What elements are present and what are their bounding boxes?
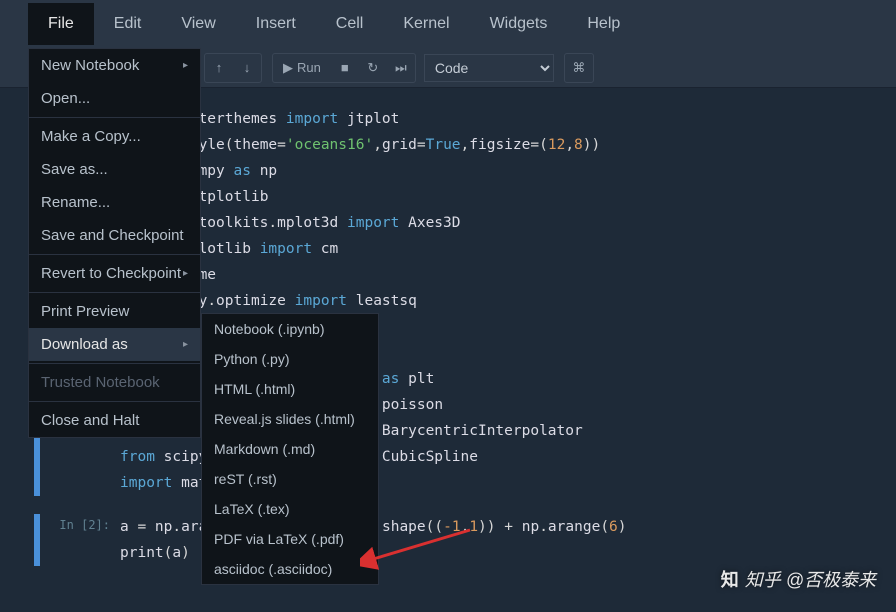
submenu-caret-icon: ▸: [183, 339, 188, 350]
menubar: File Edit View Insert Cell Kernel Widget…: [0, 0, 896, 48]
menu-insert[interactable]: Insert: [236, 3, 316, 45]
move-down-button[interactable]: ↓: [233, 54, 261, 82]
submenu-caret-icon: ▸: [183, 60, 188, 71]
file-menu-item: Trusted Notebook: [29, 366, 200, 399]
download-as-item[interactable]: Reveal.js slides (.html): [202, 404, 378, 434]
menu-help[interactable]: Help: [567, 3, 640, 45]
menu-view[interactable]: View: [161, 3, 235, 45]
download-as-submenu: Notebook (.ipynb)Python (.py)HTML (.html…: [201, 313, 379, 585]
file-menu-item[interactable]: Save as...: [29, 153, 200, 186]
file-menu-item[interactable]: Make a Copy...: [29, 120, 200, 153]
menu-cell[interactable]: Cell: [316, 3, 384, 45]
download-as-item[interactable]: HTML (.html): [202, 374, 378, 404]
run-label: Run: [297, 60, 321, 75]
file-menu-item[interactable]: Save and Checkpoint: [29, 219, 200, 252]
cell-indicator: [34, 514, 40, 566]
stop-button[interactable]: ■: [331, 54, 359, 82]
file-dropdown: New Notebook▸Open...Make a Copy...Save a…: [28, 48, 201, 438]
command-palette-button[interactable]: ⌘: [565, 54, 593, 82]
run-button[interactable]: ▶ Run: [273, 54, 331, 82]
download-as-item[interactable]: Python (.py): [202, 344, 378, 374]
cell-prompt: In [2]:: [48, 514, 120, 566]
watermark: 知 知乎 @否极泰来: [721, 566, 876, 592]
file-menu-item[interactable]: Print Preview: [29, 295, 200, 328]
download-as-item[interactable]: PDF via LaTeX (.pdf): [202, 524, 378, 554]
zhihu-logo-icon: 知: [721, 566, 739, 592]
download-as-item[interactable]: reST (.rst): [202, 464, 378, 494]
menu-file[interactable]: File: [28, 3, 94, 45]
file-menu-item[interactable]: Open...: [29, 82, 200, 115]
download-as-item[interactable]: asciidoc (.asciidoc): [202, 554, 378, 584]
menu-kernel[interactable]: Kernel: [383, 3, 469, 45]
file-menu-item[interactable]: Revert to Checkpoint▸: [29, 257, 200, 290]
file-menu-item[interactable]: New Notebook▸: [29, 49, 200, 82]
menu-edit[interactable]: Edit: [94, 3, 162, 45]
download-as-item[interactable]: Markdown (.md): [202, 434, 378, 464]
download-as-item[interactable]: LaTeX (.tex): [202, 494, 378, 524]
submenu-caret-icon: ▸: [183, 268, 188, 279]
restart-run-button[interactable]: ⏭: [387, 54, 415, 82]
menu-widgets[interactable]: Widgets: [470, 3, 568, 45]
file-menu-item[interactable]: Download as▸: [29, 328, 200, 361]
file-menu-item[interactable]: Close and Halt: [29, 404, 200, 437]
move-up-button[interactable]: ↑: [205, 54, 233, 82]
code-cell[interactable]: In [2]: a = np.arange(start=0, end=np.sh…: [34, 514, 896, 566]
file-menu-item[interactable]: Rename...: [29, 186, 200, 219]
restart-button[interactable]: ↻: [359, 54, 387, 82]
download-as-item[interactable]: Notebook (.ipynb): [202, 314, 378, 344]
celltype-select[interactable]: Code: [424, 54, 554, 82]
